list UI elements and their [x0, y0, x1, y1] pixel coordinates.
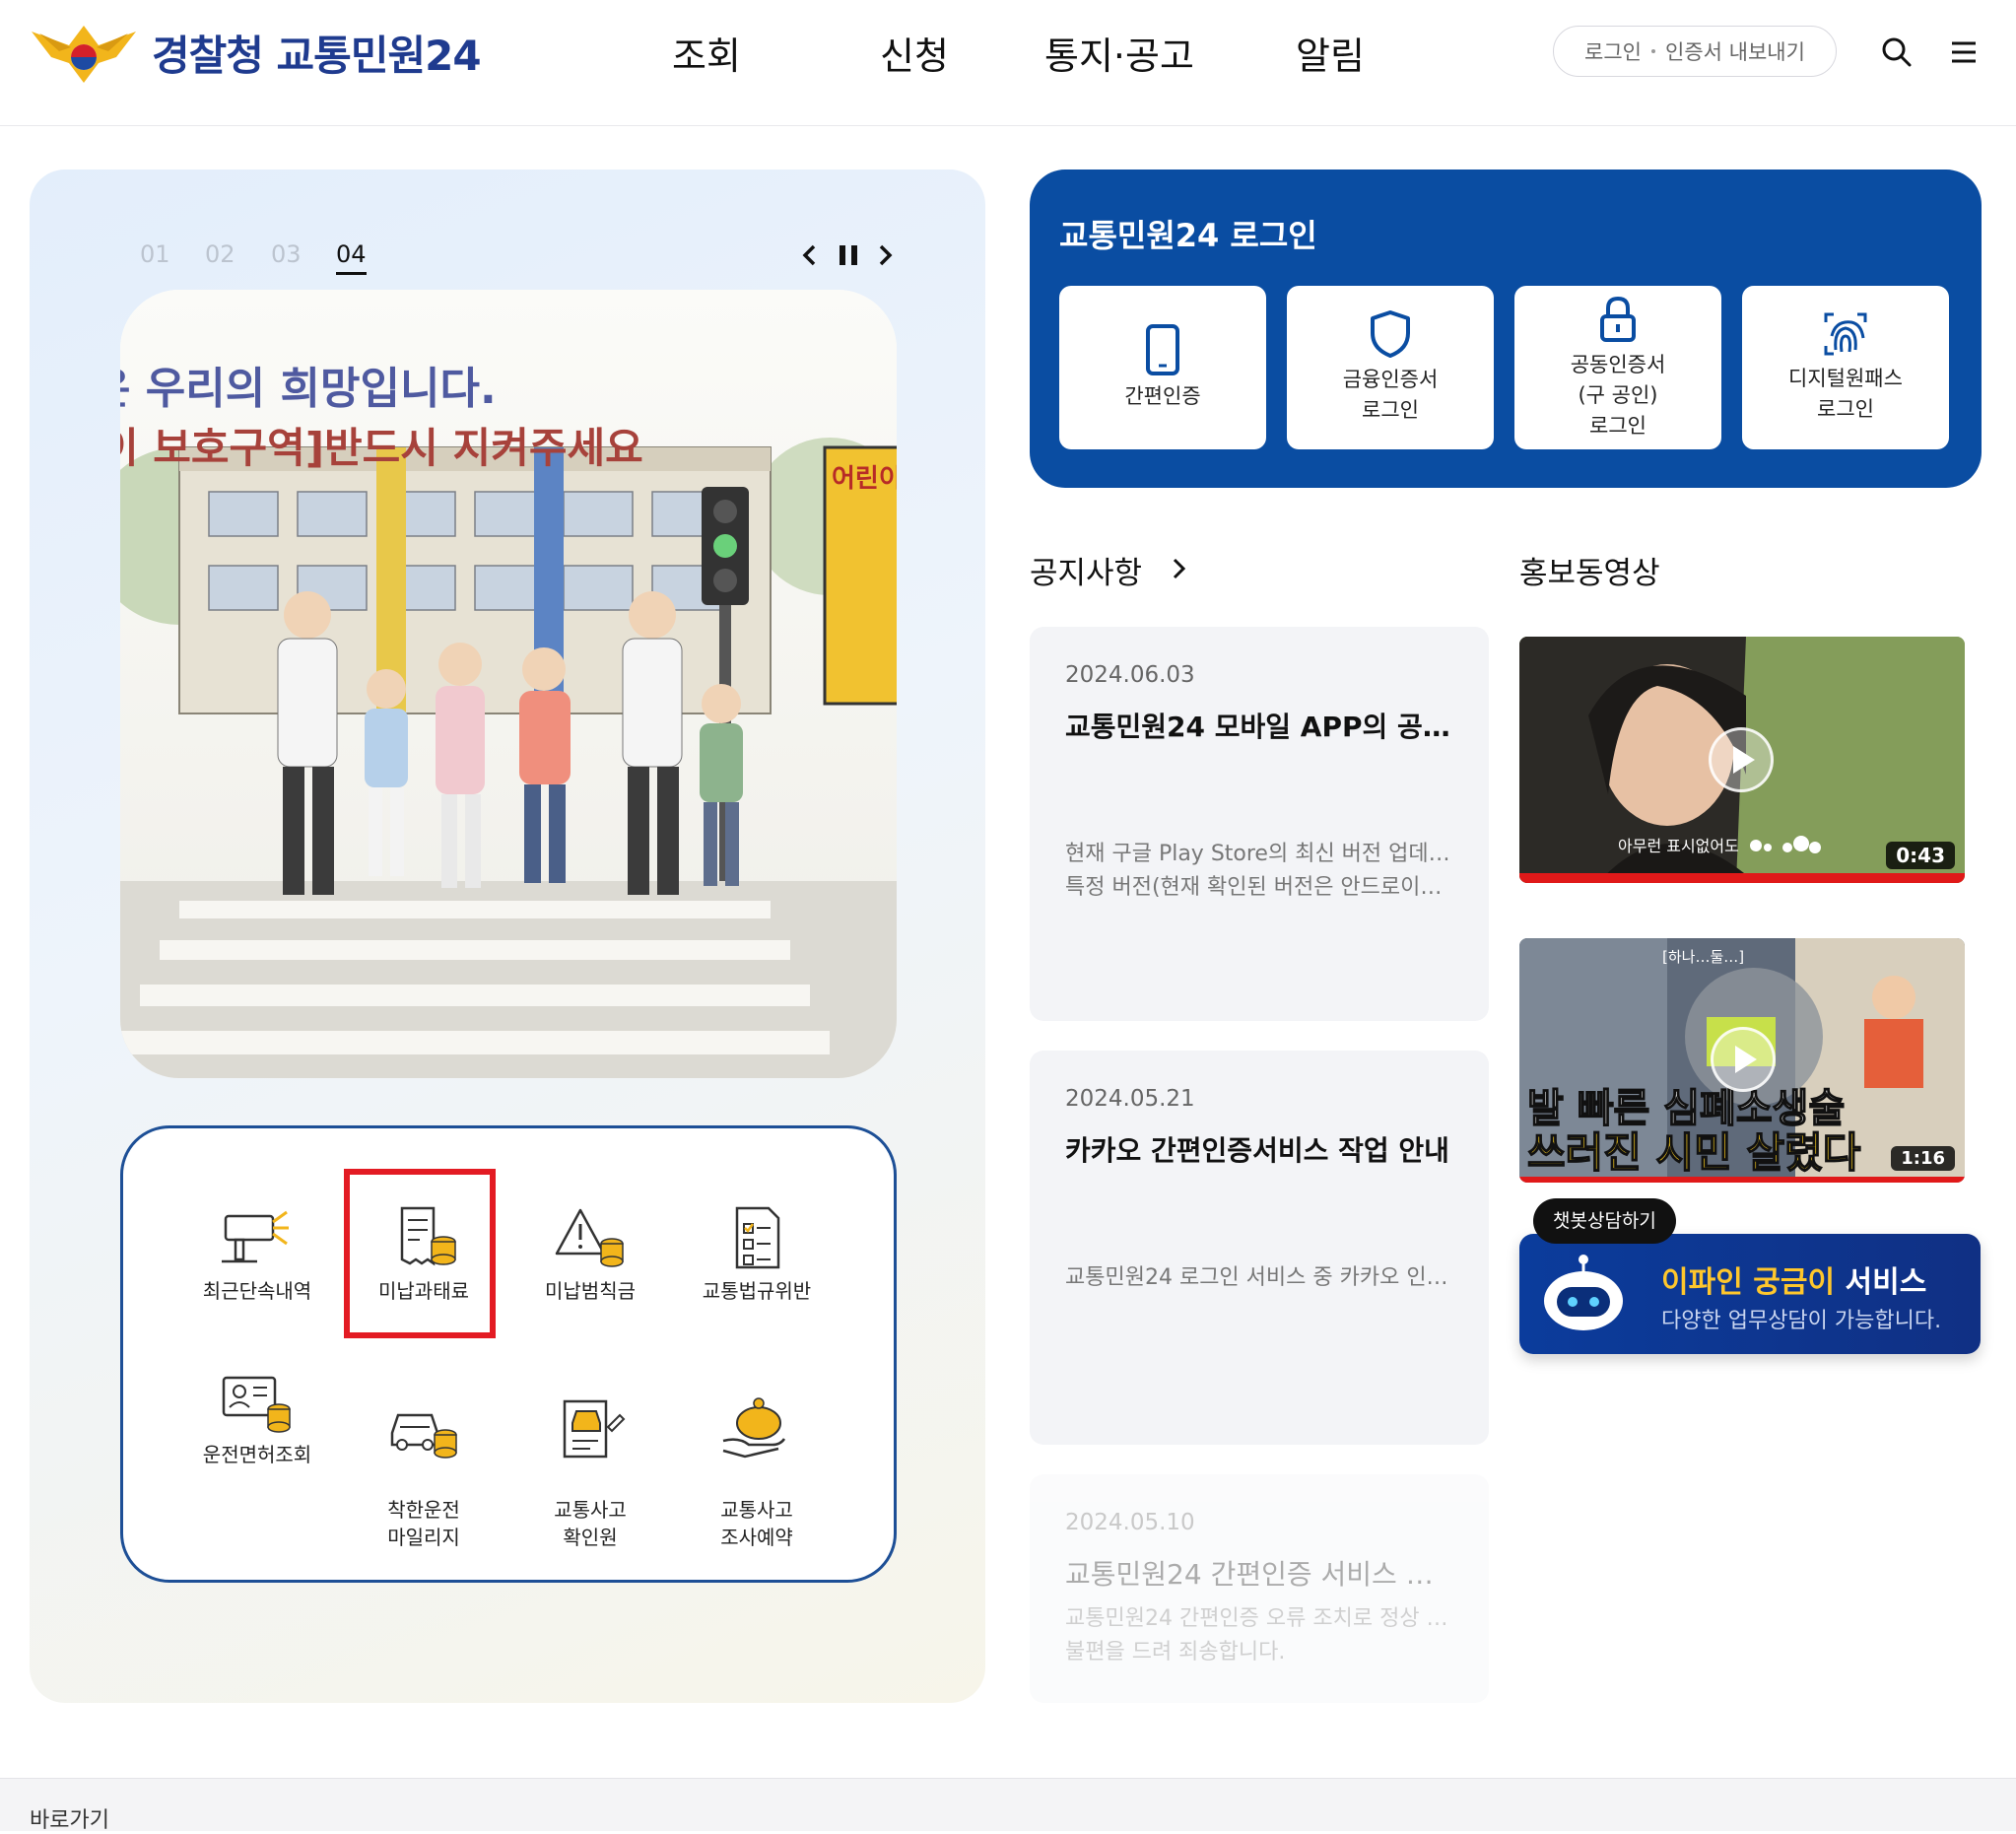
video-thumbnail-2[interactable]: [하나…둘…] 발 빠른 심폐소생술 쓰러진 시민 살렸다 1:16 [1519, 938, 1965, 1183]
school-zone-illustration: 은 우리의 희망입니다. 이 보호구역]반드시 지켜주세요 어린이 [120, 290, 897, 1078]
notice-title: 교통민원24 간편인증 서비스 … [1065, 1558, 1434, 1591]
quick-item-label: 미납범칙금 [545, 1279, 636, 1303]
footer-strip: 바로가기 [0, 1778, 2016, 1834]
notice-card-2[interactable]: 2024.05.21 카카오 간편인증서비스 작업 안내 교통민원24 로그인 … [1030, 1051, 1489, 1445]
chatbot-title: 이파인 궁금이 서비스 [1661, 1257, 1926, 1301]
chatbot-subtitle: 다양한 업무상담이 가능합니다. [1661, 1309, 1942, 1333]
notices-title[interactable]: 공지사항 [1030, 548, 1142, 592]
notice-date: 2024.05.21 [1065, 1086, 1195, 1112]
site-header: 경찰청 교통민원24 조회 신청 통지·공고 알림 로그인 인증서 내보내기 [0, 0, 2016, 126]
quick-item-label: 착한운전 마일리지 [387, 1498, 460, 1549]
quick-item-traffic-violation[interactable]: 교통법규위반 [678, 1206, 836, 1305]
login-pill: 로그인 인증서 내보내기 [1553, 26, 1837, 77]
accident-report-icon [563, 1399, 626, 1459]
video-1-caption: 아무런 표시없어도 [1618, 837, 1739, 855]
police-emblem-icon [32, 26, 136, 83]
slide-banner-line1: 은 우리의 희망입니다. [120, 364, 497, 414]
license-card-coins-icon [222, 1376, 291, 1433]
nav-inquiry[interactable]: 조회 [672, 26, 741, 80]
quick-item-license-inquiry[interactable]: 운전면허조회 [178, 1370, 336, 1468]
notices-more-chevron-icon[interactable] [1169, 556, 1188, 581]
login-option-label: 공동인증서 (구 공인) 로그인 [1570, 352, 1666, 438]
notice-date: 2024.05.10 [1065, 1510, 1195, 1535]
notice-body-line: 교통민원24 간편인증 오류 조치로 정상 … [1065, 1606, 1448, 1631]
play-icon[interactable] [1711, 1027, 1776, 1092]
notice-body-line: 현재 구글 Play Store의 최신 버전 업데… [1065, 842, 1450, 866]
cert-export-link[interactable]: 인증서 내보내기 [1665, 36, 1805, 66]
quick-item-good-driving-mileage[interactable]: 착한운전 마일리지 [345, 1370, 503, 1551]
nav-alerts[interactable]: 알림 [1296, 26, 1365, 80]
quick-item-label: 교통사고 조사예약 [720, 1498, 793, 1549]
chatbot-tag[interactable]: 챗봇상담하기 [1533, 1198, 1676, 1244]
video-2-caption-line1: 발 빠른 심폐소생술 [1527, 1086, 1845, 1131]
login-joint-cert-button[interactable]: 공동인증서 (구 공인) 로그인 [1514, 286, 1721, 449]
pause-slide-icon[interactable] [836, 242, 861, 268]
quick-item-label: 교통사고 확인원 [554, 1498, 627, 1549]
notice-date: 2024.06.03 [1065, 662, 1195, 688]
slide-indicator-3[interactable]: 03 [271, 240, 302, 268]
skip-link[interactable]: 바로가기 [30, 1802, 109, 1834]
quick-item-accident-certificate[interactable]: 교통사고 확인원 [511, 1370, 669, 1551]
hamburger-menu-icon[interactable] [1947, 35, 1981, 69]
quick-item-label: 운전면허조회 [202, 1443, 312, 1466]
car-coins-icon [390, 1413, 457, 1459]
warning-coins-icon [555, 1208, 624, 1267]
video-duration: 0:43 [1886, 842, 1955, 869]
quick-item-recent-enforcement[interactable]: 최근단속내역 [178, 1206, 336, 1305]
site-logo[interactable]: 경찰청 교통민원24 [30, 18, 482, 87]
piggy-bank-hand-icon [722, 1397, 786, 1459]
quick-item-accident-investigation-booking[interactable]: 교통사고 조사예약 [678, 1370, 836, 1551]
login-title: 교통민원24 로그인 [1059, 217, 1317, 254]
video-thumbnail-1[interactable]: 아무런 표시없어도 0:43 [1519, 637, 1965, 883]
slide-indicator-4[interactable]: 04 [336, 240, 367, 275]
chatbot-title-rest: 서비스 [1835, 1265, 1927, 1300]
videos-title: 홍보동영상 [1519, 556, 1660, 591]
notice-body-line: 불편을 드려 죄송합니다. [1065, 1640, 1286, 1664]
speed-camera-icon [222, 1210, 289, 1263]
login-financial-cert-button[interactable]: 금융인증서 로그인 [1287, 286, 1494, 449]
login-option-label: 간편인증 [1124, 383, 1201, 408]
quick-item-label: 교통법규위반 [702, 1279, 812, 1303]
lock-icon [1600, 296, 1636, 342]
notice-body-line: 교통민원24 로그인 서비스 중 카카오 인… [1065, 1265, 1448, 1290]
notice-body-line: 특정 버전(현재 확인된 버전은 안드로이… [1065, 875, 1443, 900]
nav-application[interactable]: 신청 [880, 26, 949, 80]
fingerprint-icon [1824, 312, 1867, 356]
nav-notice-announcement[interactable]: 통지·공고 [1044, 26, 1194, 80]
mobile-phone-icon [1146, 323, 1179, 375]
search-icon[interactable] [1880, 35, 1914, 69]
robot-icon [1544, 1255, 1623, 1330]
notice-card-3[interactable]: 2024.05.10 교통민원24 간편인증 서비스 … 교통민원24 간편인증… [1030, 1474, 1489, 1703]
chatbot-banner[interactable]: 이파인 궁금이 서비스 다양한 업무상담이 가능합니다. [1519, 1234, 1981, 1354]
video-2-caption-line2: 쓰러진 시민 살렸다 [1527, 1128, 1861, 1177]
slide-indicator-2[interactable]: 02 [205, 240, 235, 268]
quick-item-label: 최근단속내역 [202, 1279, 312, 1303]
logo-text: 경찰청 교통민원24 [152, 31, 482, 80]
quick-item-unpaid-penalty[interactable]: 미납범칙금 [511, 1206, 669, 1305]
login-option-label: 디지털원패스 로그인 [1788, 367, 1903, 421]
notice-title: 교통민원24 모바일 APP의 공… [1065, 711, 1450, 743]
highlight-box [344, 1169, 496, 1338]
login-option-label: 금융인증서 로그인 [1342, 368, 1439, 422]
separator-dot [1651, 49, 1656, 53]
login-digital-onepass-button[interactable]: 디지털원패스 로그인 [1742, 286, 1949, 449]
slide-indicator-1[interactable]: 01 [140, 240, 170, 268]
video-2-tag: [하나…둘…] [1662, 948, 1744, 966]
notice-card-1[interactable]: 2024.06.03 교통민원24 모바일 APP의 공… 현재 구글 Play… [1030, 627, 1489, 1021]
login-simple-auth-button[interactable]: 간편인증 [1059, 286, 1266, 449]
login-link[interactable]: 로그인 [1584, 36, 1642, 66]
play-icon[interactable] [1709, 727, 1774, 792]
checklist-document-icon [735, 1206, 780, 1269]
shield-icon [1371, 310, 1410, 358]
next-slide-icon[interactable] [875, 242, 895, 268]
slide-banner-line2: 이 보호구역]반드시 지켜주세요 [120, 424, 643, 472]
chatbot-title-highlight: 이파인 궁금이 [1661, 1265, 1836, 1300]
slide-sign-text: 어린이 [832, 464, 897, 494]
hero-slide-image[interactable]: 은 우리의 희망입니다. 이 보호구역]반드시 지켜주세요 어린이 [120, 290, 897, 1078]
video-duration: 1:16 [1891, 1146, 1955, 1171]
notice-title: 카카오 간편인증서비스 작업 안내 [1065, 1134, 1449, 1167]
prev-slide-icon[interactable] [800, 242, 820, 268]
